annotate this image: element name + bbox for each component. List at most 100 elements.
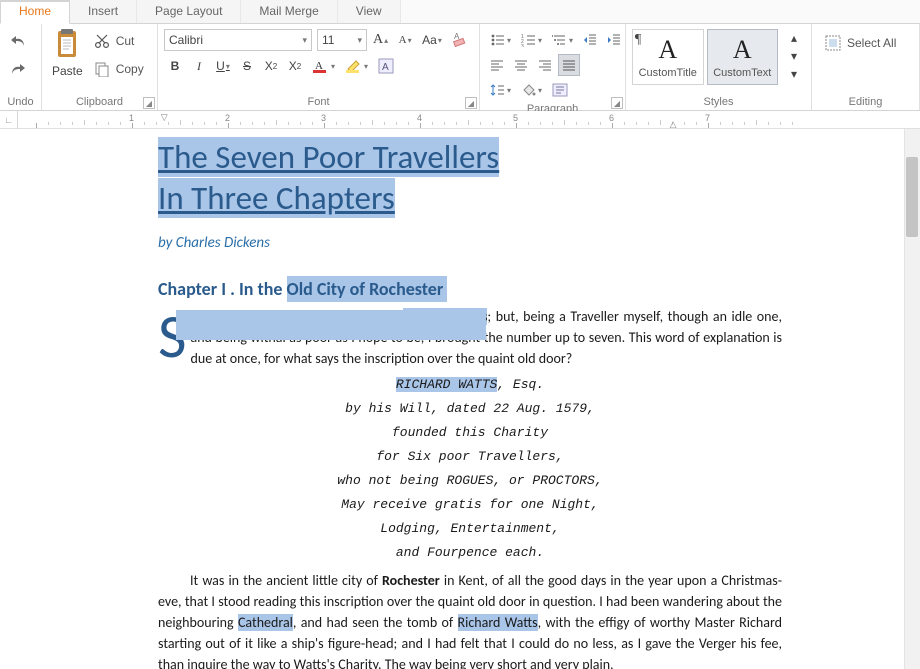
byline[interactable]: by Charles Dickens bbox=[158, 234, 782, 252]
styles-gallery-button[interactable]: ▾ bbox=[783, 65, 805, 83]
inscription-line[interactable]: founded this Charity bbox=[158, 423, 782, 443]
multilevel-icon bbox=[552, 33, 568, 47]
svg-text:A: A bbox=[454, 32, 460, 41]
svg-text:3: 3 bbox=[521, 44, 524, 47]
shrink-font-button[interactable]: A▾ bbox=[394, 29, 416, 51]
undo-button[interactable] bbox=[6, 30, 30, 52]
font-family-dropdown[interactable]: Calibri▾ bbox=[164, 29, 312, 51]
copy-icon bbox=[94, 61, 110, 77]
inscription-line[interactable]: by his Will, dated 22 Aug. 1579, bbox=[158, 399, 782, 419]
undo-icon bbox=[10, 34, 26, 48]
inscription-line[interactable]: and Fourpence each. bbox=[158, 543, 782, 563]
align-justify-icon bbox=[562, 59, 576, 71]
chapter-heading[interactable]: Chapter I . In the Old City of Rochester bbox=[158, 278, 782, 300]
inscription-line[interactable]: May receive gratis for one Night, bbox=[158, 495, 782, 515]
right-indent-marker[interactable]: △ bbox=[670, 119, 677, 128]
document-area: The Seven Poor Travellers In Three Chapt… bbox=[0, 129, 920, 669]
group-label-undo: Undo bbox=[6, 94, 35, 110]
numbers-icon: 123 bbox=[521, 33, 537, 47]
paragraph-2[interactable]: It was in the ancient little city of Roc… bbox=[158, 570, 782, 669]
grow-font-button[interactable]: A▴ bbox=[369, 29, 392, 51]
page[interactable]: The Seven Poor Travellers In Three Chapt… bbox=[18, 129, 902, 669]
horizontal-ruler[interactable]: ∟ 1234567▽△ bbox=[0, 111, 920, 129]
decrease-indent-button[interactable] bbox=[579, 29, 601, 51]
tab-home[interactable]: Home bbox=[0, 0, 70, 24]
line-spacing-icon bbox=[490, 83, 506, 97]
styles-scroll-down[interactable]: ▾ bbox=[783, 47, 805, 65]
ruler-corner: ∟ bbox=[0, 111, 18, 129]
selection-highlight bbox=[176, 310, 486, 340]
vertical-scrollbar[interactable] bbox=[904, 129, 920, 669]
align-left-button[interactable] bbox=[486, 54, 508, 76]
cut-label: Cut bbox=[116, 34, 135, 48]
paste-label: Paste bbox=[52, 64, 83, 78]
subscript-button[interactable]: X2 bbox=[284, 55, 306, 77]
style-custom-title[interactable]: A CustomTitle bbox=[632, 29, 704, 85]
clipboard-launcher[interactable]: ◢ bbox=[143, 97, 155, 109]
paste-button[interactable]: Paste bbox=[48, 26, 87, 80]
select-all-label: Select All bbox=[847, 36, 896, 50]
highlight-button[interactable]: ▾ bbox=[341, 55, 372, 77]
font-dialog-button[interactable]: A bbox=[374, 55, 398, 77]
inscription-line[interactable]: who not being ROGUES, or PROCTORS, bbox=[158, 471, 782, 491]
align-right-icon bbox=[538, 59, 552, 71]
scrollbar-thumb[interactable] bbox=[906, 157, 918, 237]
tab-page-layout[interactable]: Page Layout bbox=[137, 0, 241, 23]
align-center-button[interactable] bbox=[510, 54, 532, 76]
clear-formatting-button[interactable]: A bbox=[448, 29, 472, 51]
align-center-icon bbox=[514, 59, 528, 71]
select-all-icon bbox=[825, 35, 841, 51]
italic-button[interactable]: I bbox=[188, 55, 210, 77]
bullets-icon bbox=[490, 33, 506, 47]
copy-label: Copy bbox=[116, 62, 144, 76]
indent-icon bbox=[607, 33, 621, 47]
eraser-icon: A bbox=[452, 32, 468, 48]
scissors-icon bbox=[94, 33, 110, 49]
strikethrough-button[interactable]: S bbox=[236, 55, 258, 77]
increase-indent-button[interactable] bbox=[603, 29, 625, 51]
superscript-button[interactable]: X2 bbox=[260, 55, 282, 77]
styles-scroll-up[interactable]: ▴ bbox=[783, 29, 805, 47]
bold-button[interactable]: B bbox=[164, 55, 186, 77]
group-label-editing: Editing bbox=[818, 94, 913, 110]
inscription-line[interactable]: Lodging, Entertainment, bbox=[158, 519, 782, 539]
tab-mail-merge[interactable]: Mail Merge bbox=[241, 0, 337, 23]
font-size-dropdown[interactable]: 11▾ bbox=[317, 29, 367, 51]
select-all-button[interactable]: Select All bbox=[818, 32, 903, 54]
font-size-value: 11 bbox=[322, 33, 334, 47]
redo-button[interactable] bbox=[6, 58, 30, 80]
inscription-line[interactable]: RICHARD WATTS, Esq. bbox=[158, 375, 782, 395]
align-left-icon bbox=[490, 59, 504, 71]
tab-insert[interactable]: Insert bbox=[70, 0, 137, 23]
font-launcher[interactable]: ◢ bbox=[465, 97, 477, 109]
indent-marker[interactable]: ▽ bbox=[161, 112, 168, 123]
paragraph-launcher[interactable]: ◢ bbox=[611, 97, 623, 109]
svg-text:A: A bbox=[382, 62, 389, 73]
copy-button[interactable]: Copy bbox=[91, 58, 155, 80]
paragraph-dialog-button[interactable] bbox=[548, 79, 572, 101]
bullet-list-button[interactable]: ▾ bbox=[486, 29, 515, 51]
numbered-list-button[interactable]: 123▾ bbox=[517, 29, 546, 51]
document-title[interactable]: The Seven Poor Travellers In Three Chapt… bbox=[158, 137, 782, 220]
para-dialog-icon bbox=[552, 83, 568, 97]
line-spacing-button[interactable]: ▾ bbox=[486, 79, 515, 101]
style-custom-text[interactable]: A CustomText bbox=[707, 29, 779, 85]
font-family-value: Calibri bbox=[169, 33, 203, 47]
style-name: CustomTitle bbox=[639, 67, 697, 79]
font-color-icon: A bbox=[312, 58, 330, 74]
font-color-button[interactable]: A▾ bbox=[308, 55, 339, 77]
style-preview-letter: A bbox=[733, 35, 752, 65]
align-justify-button[interactable] bbox=[558, 54, 580, 76]
tab-view[interactable]: View bbox=[338, 0, 401, 23]
inscription-line[interactable]: for Six poor Travellers, bbox=[158, 447, 782, 467]
outdent-icon bbox=[583, 33, 597, 47]
ribbon: Undo Paste Cut Copy Clipboard ◢ bbox=[0, 24, 920, 111]
underline-button[interactable]: U▾ bbox=[212, 55, 234, 77]
shading-button[interactable]: ▾ bbox=[517, 79, 546, 101]
font-dialog-icon: A bbox=[378, 58, 394, 74]
cut-button[interactable]: Cut bbox=[91, 30, 155, 52]
change-case-button[interactable]: Aa▾ bbox=[418, 29, 446, 51]
paint-bucket-icon bbox=[521, 83, 537, 97]
multilevel-list-button[interactable]: ▾ bbox=[548, 29, 577, 51]
align-right-button[interactable] bbox=[534, 54, 556, 76]
